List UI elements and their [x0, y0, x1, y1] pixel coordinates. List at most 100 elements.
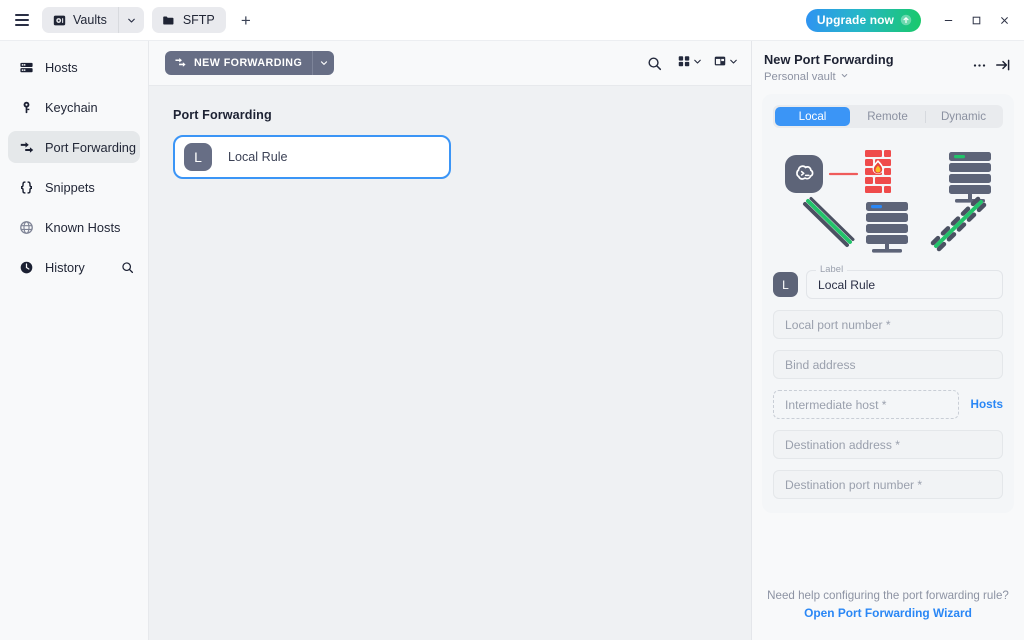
vault-icon	[52, 13, 66, 27]
layout-view-control[interactable]	[713, 54, 739, 73]
label-avatar: L	[773, 272, 798, 297]
tab-vaults-main[interactable]: Vaults	[42, 7, 118, 33]
details-panel-footer: Need help configuring the port forwardin…	[752, 588, 1024, 640]
port-forwarding-arrows-icon	[18, 139, 35, 155]
sidebar-gap-4	[0, 205, 148, 209]
open-port-forwarding-wizard-link[interactable]: Open Port Forwarding Wizard	[764, 606, 1012, 620]
window-close-button[interactable]	[990, 6, 1018, 34]
content-toolbar: NEW FORWARDING	[149, 41, 751, 86]
grid-view-icon	[677, 54, 691, 73]
destination-address-row: Destination address *	[773, 430, 1003, 459]
sidebar-item-keychain[interactable]: Keychain	[8, 91, 140, 123]
bind-address-placeholder: Bind address	[785, 357, 856, 372]
remote-server-icon	[949, 152, 991, 203]
window-minimize-button[interactable]	[934, 6, 962, 34]
new-tab-button[interactable]: +	[234, 8, 258, 32]
main-content: NEW FORWARDING Port Forwarding L Local R…	[149, 41, 751, 640]
sidebar-item-known-hosts-label: Known Hosts	[45, 219, 121, 235]
label-field[interactable]: Label Local Rule	[806, 264, 1003, 299]
green-tunnel-left	[803, 197, 855, 247]
sidebar-gap-1	[0, 85, 148, 89]
local-port-number-placeholder: Local port number *	[785, 317, 891, 332]
new-forwarding-caret-icon[interactable]	[312, 51, 334, 75]
tab-local[interactable]: Local	[775, 107, 850, 126]
tab-sftp-main[interactable]: SFTP	[152, 7, 226, 33]
page-title: Port Forwarding	[173, 108, 272, 122]
application-window: Vaults SFTP + Upgrade now Hosts Keychain…	[0, 0, 1024, 640]
destination-port-number-field[interactable]: Destination port number *	[773, 470, 1003, 499]
list-item-local-rule[interactable]: L Local Rule	[173, 135, 451, 179]
tab-vaults[interactable]: Vaults	[42, 7, 144, 33]
details-panel-body: Local Remote Dynamic L Label Local Rule …	[752, 94, 1024, 588]
tab-vaults-label: Vaults	[73, 13, 107, 27]
upgrade-now-button[interactable]: Upgrade now	[805, 8, 921, 32]
folder-icon	[162, 13, 176, 27]
new-forwarding-button[interactable]: NEW FORWARDING	[165, 51, 335, 75]
sidebar-item-keychain-label: Keychain	[45, 99, 98, 115]
search-icon[interactable]	[641, 50, 667, 76]
destination-port-number-placeholder: Destination port number *	[785, 477, 923, 492]
local-port-number-field[interactable]: Local port number *	[773, 310, 1003, 339]
sidebar-item-port-forwarding-label: Port Forwarding	[45, 139, 137, 155]
avatar: L	[184, 143, 212, 171]
details-panel-title-block: New Port Forwarding Personal vault	[764, 52, 968, 83]
bind-address-row: Bind address	[773, 350, 1003, 379]
destination-address-field[interactable]: Destination address *	[773, 430, 1003, 459]
details-panel: New Port Forwarding Personal vault Local…	[751, 41, 1024, 640]
intermediate-host-row: Intermediate host * Hosts	[773, 390, 1003, 419]
sidebar-item-port-forwarding[interactable]: Port Forwarding	[8, 131, 140, 163]
tab-sftp[interactable]: SFTP	[151, 7, 226, 33]
new-forwarding-label: NEW FORWARDING	[194, 57, 303, 69]
bind-address-field[interactable]: Bind address	[773, 350, 1003, 379]
intermediate-server-icon	[866, 202, 908, 253]
history-search-icon[interactable]	[114, 261, 140, 274]
sidebar-item-history[interactable]: History	[8, 251, 140, 283]
hosts-link[interactable]: Hosts	[959, 398, 1003, 411]
tab-dynamic[interactable]: Dynamic	[926, 107, 1001, 126]
collapse-panel-right-icon[interactable]	[992, 54, 1014, 76]
sidebar-item-snippets[interactable]: Snippets	[8, 171, 140, 203]
sidebar-item-hosts[interactable]: Hosts	[8, 51, 140, 83]
firewall-brick-icon	[865, 150, 891, 193]
terminal-cloud-icon	[785, 155, 823, 193]
grid-view-caret-icon	[692, 54, 703, 72]
intermediate-host-field[interactable]: Intermediate host *	[773, 390, 959, 419]
vault-selector-label: Personal vault	[764, 71, 836, 83]
tab-vaults-caret-icon[interactable]	[117, 7, 144, 33]
local-port-forwarding-diagram	[773, 140, 1003, 258]
details-panel-actions	[968, 52, 1014, 76]
sidebar: Hosts Keychain Port Forwarding Snippets …	[0, 41, 149, 640]
sidebar-item-hosts-label: Hosts	[45, 59, 78, 75]
hamburger-menu-icon[interactable]	[8, 6, 36, 34]
destination-port-number-row: Destination port number *	[773, 470, 1003, 499]
body: Hosts Keychain Port Forwarding Snippets …	[0, 41, 1024, 640]
chevron-down-icon	[840, 71, 849, 83]
tab-remote[interactable]: Remote	[850, 107, 925, 126]
details-panel-header: New Port Forwarding Personal vault	[752, 41, 1024, 94]
key-icon	[18, 100, 35, 115]
server-rack-icon	[18, 60, 35, 75]
curly-braces-icon	[18, 180, 35, 195]
details-panel-title: New Port Forwarding	[764, 52, 894, 67]
upgrade-now-label: Upgrade now	[816, 13, 894, 27]
sidebar-item-snippets-label: Snippets	[45, 179, 95, 195]
grid-view-control[interactable]	[677, 54, 703, 73]
sidebar-gap-3	[0, 165, 148, 169]
tab-sftp-label: SFTP	[182, 13, 215, 27]
destination-address-placeholder: Destination address *	[785, 437, 900, 452]
list-item-label: Local Rule	[228, 150, 288, 164]
vault-selector[interactable]: Personal vault	[764, 71, 968, 83]
sidebar-item-known-hosts[interactable]: Known Hosts	[8, 211, 140, 243]
forwarding-form-card: Local Remote Dynamic L Label Local Rule …	[762, 94, 1014, 513]
layout-view-icon	[713, 54, 727, 73]
window-maximize-button[interactable]	[962, 6, 990, 34]
rules-area: Port Forwarding L Local Rule	[149, 86, 751, 640]
globe-icon	[18, 220, 35, 235]
label-field-row: L Label Local Rule	[773, 264, 1003, 299]
layout-view-caret-icon	[728, 54, 739, 72]
forwarding-type-tabs: Local Remote Dynamic	[773, 105, 1003, 128]
ellipsis-icon[interactable]	[968, 54, 990, 76]
new-forwarding-main[interactable]: NEW FORWARDING	[165, 51, 312, 75]
sidebar-item-history-label: History	[45, 259, 85, 275]
port-forwarding-arrows-icon	[174, 56, 187, 71]
